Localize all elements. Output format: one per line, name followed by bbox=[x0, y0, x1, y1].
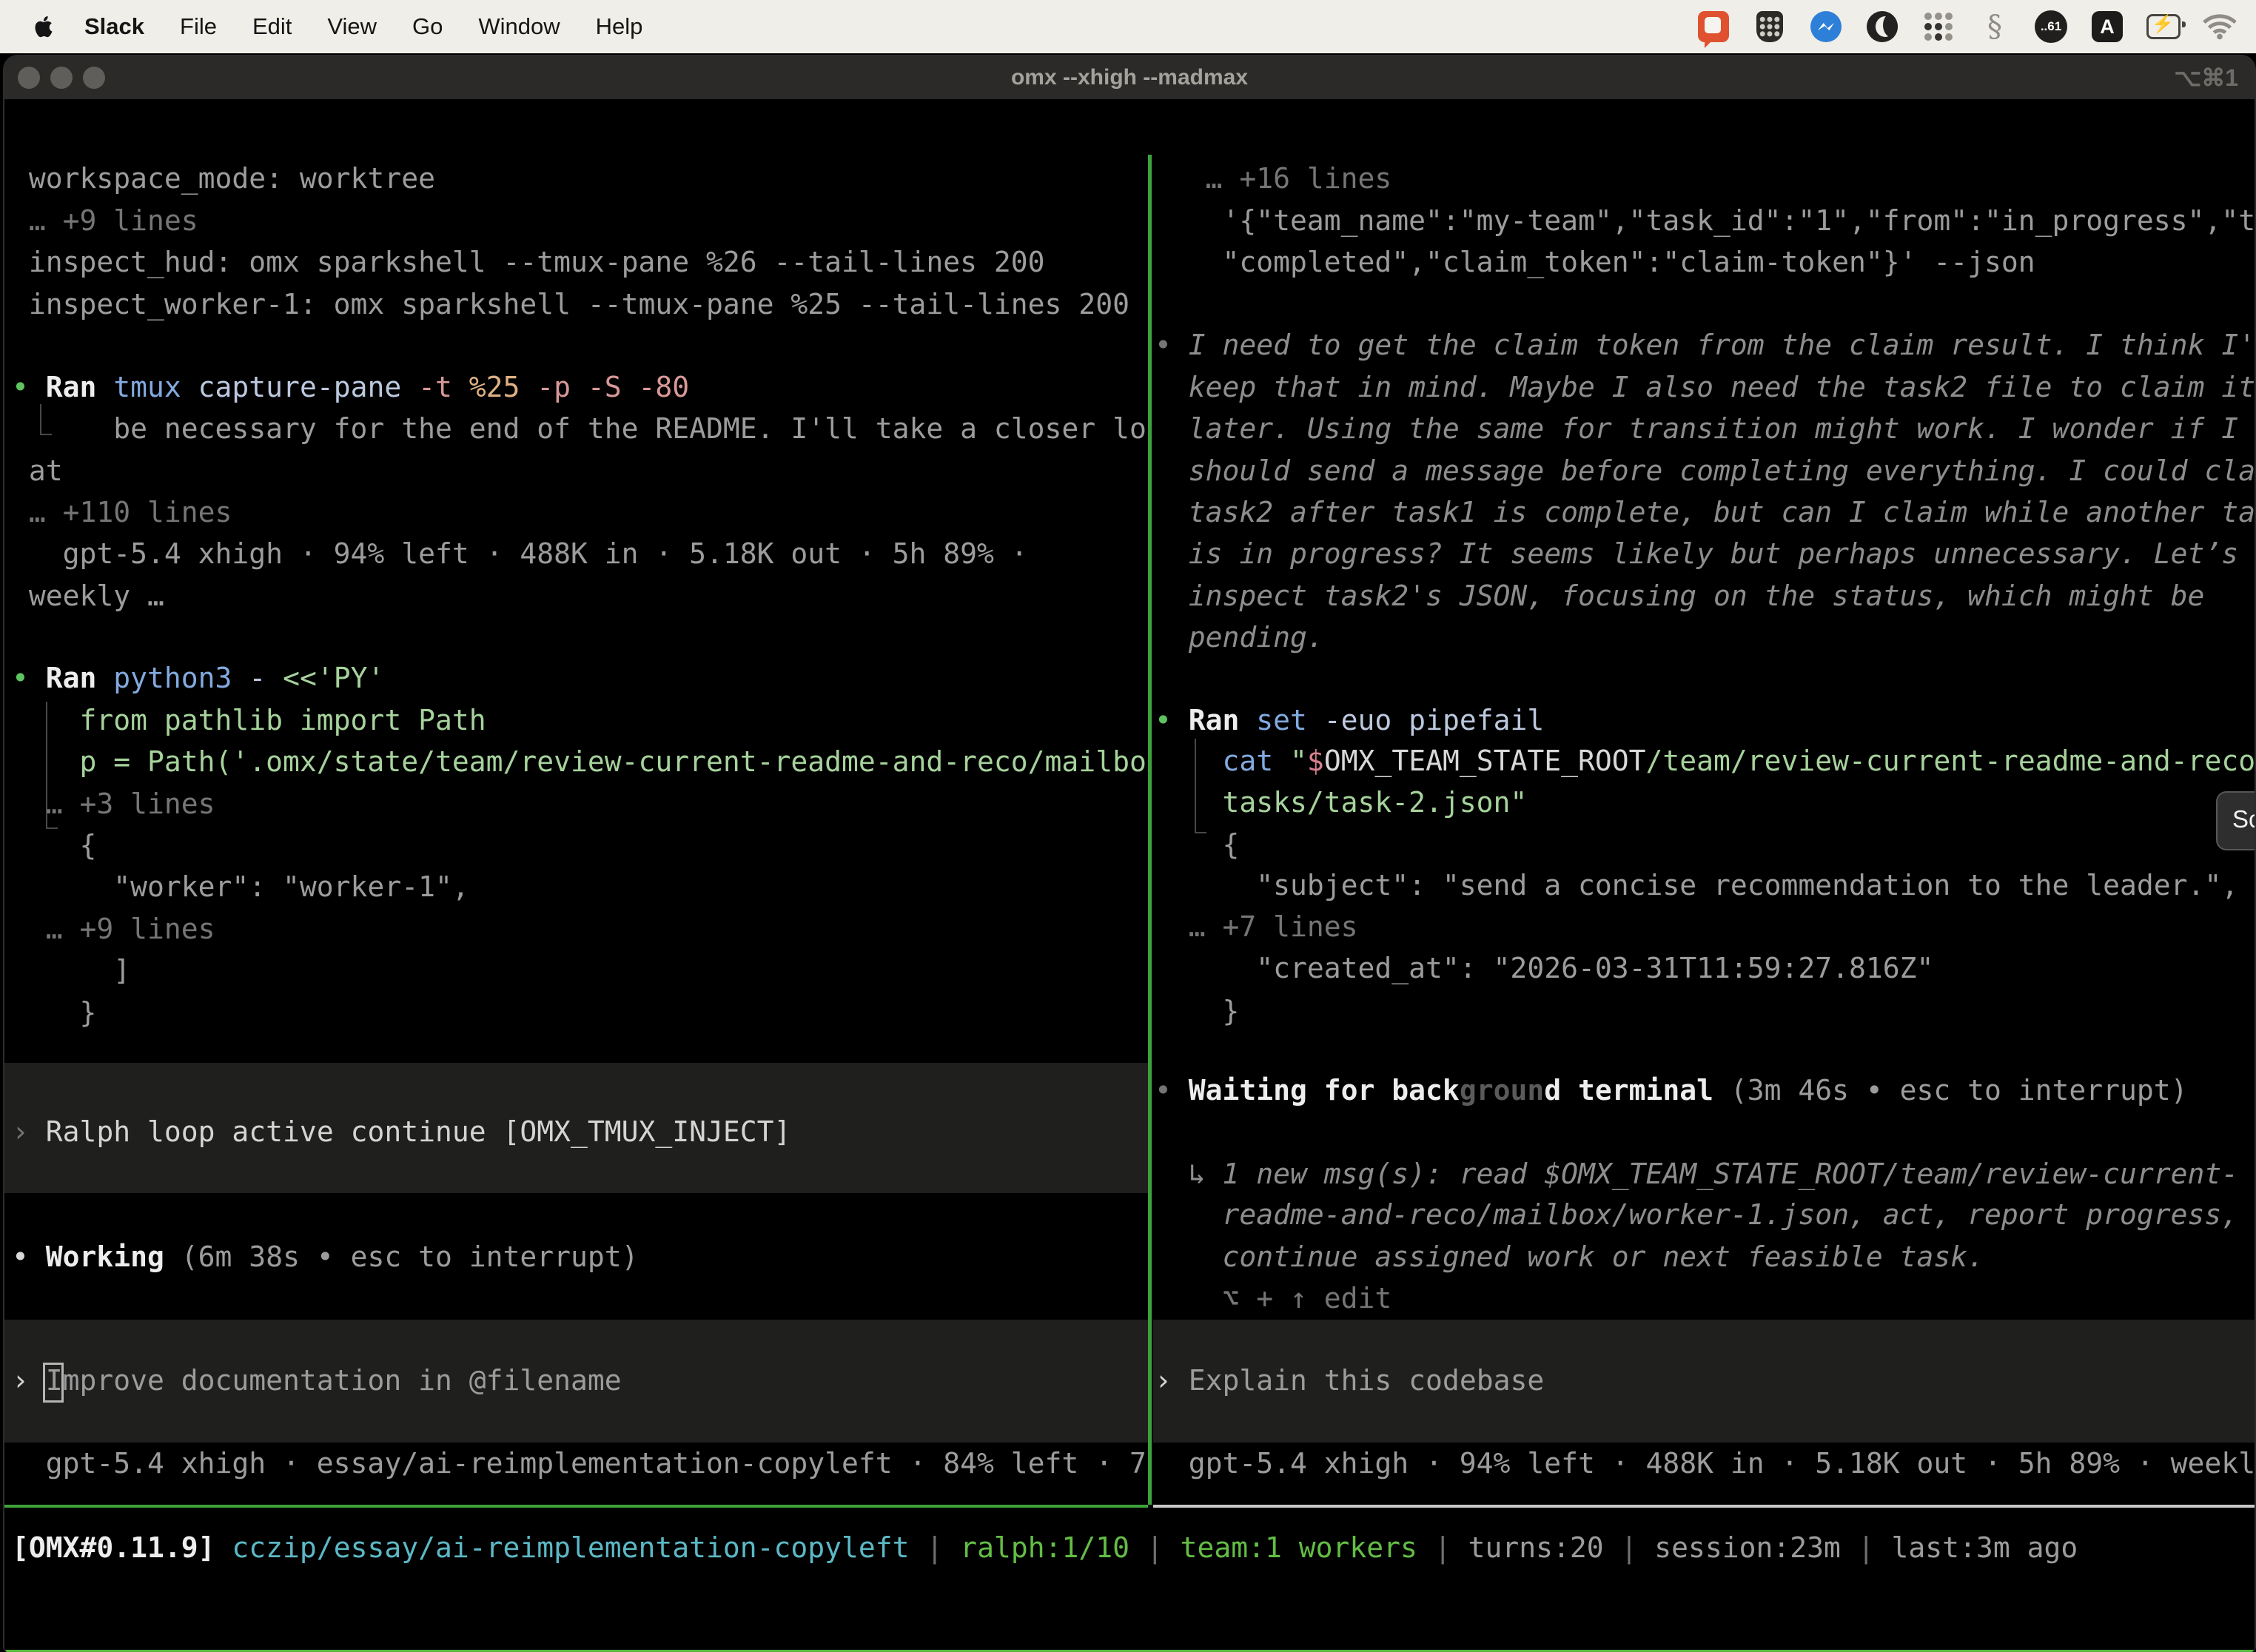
terminal-line: "completed","claim_token":"claim-token"}… bbox=[1155, 241, 2035, 283]
terminal-line: keep that in mind. Maybe I also need the… bbox=[1155, 366, 2255, 409]
tmux-pane-right[interactable]: … +16 lines '{"team_name":"my-team","tas… bbox=[1153, 155, 2255, 1505]
squiggle-icon[interactable]: § bbox=[1978, 10, 2012, 44]
menu-item-view[interactable]: View bbox=[309, 13, 395, 40]
terminal-line: gpt-5.4 xhigh · 94% left · 488K in · 5.1… bbox=[1155, 1443, 2255, 1485]
terminal-line: cat "$OMX_TEAM_STATE_ROOT/team/review-cu… bbox=[1155, 740, 2255, 782]
omx-status-line: [OMX#0.11.9] cczip/essay/ai-reimplementa… bbox=[12, 1527, 2078, 1568]
terminal-line: "created_at": "2026-03-31T11:59:27.816Z" bbox=[1155, 947, 1933, 990]
terminal-line: { bbox=[12, 825, 96, 867]
terminal-line: tasks/task-2.json" bbox=[1155, 782, 1527, 824]
terminal-line: › Improve documentation in @filename bbox=[12, 1360, 622, 1402]
active-pane-border bbox=[4, 1505, 1148, 1508]
tmux-pane-left[interactable]: workspace_mode: worktree … +9 lines insp… bbox=[4, 155, 1148, 1505]
dots-grid-icon[interactable] bbox=[1921, 10, 1955, 44]
terminal-line: ↳ 1 new msg(s): read $OMX_TEAM_STATE_ROO… bbox=[1155, 1153, 2238, 1195]
terminal-line: • Ran set -euo pipefail bbox=[1155, 699, 1544, 742]
terminal-line: … +110 lines bbox=[12, 491, 232, 534]
terminal-line: weekly … bbox=[12, 575, 164, 617]
terminal-line: } bbox=[1155, 990, 1239, 1032]
terminal-line: p = Path('.omx/state/team/review-current… bbox=[12, 741, 1148, 783]
moon-circle-icon[interactable] bbox=[1865, 10, 1899, 44]
ip-badge-icon[interactable]: ..61 bbox=[2034, 10, 2068, 44]
window-title: omx --xhigh --madmax bbox=[4, 56, 2255, 99]
menu-item-edit[interactable]: Edit bbox=[235, 13, 309, 40]
apple-logo-icon[interactable] bbox=[31, 12, 56, 41]
terminal-line: pending. bbox=[1155, 617, 1324, 659]
pane-divider bbox=[1148, 155, 1152, 1505]
terminal-line: › Explain this codebase bbox=[1155, 1360, 1544, 1402]
menu-item-go[interactable]: Go bbox=[395, 13, 460, 40]
terminal-line: '{"team_name":"my-team","task_id":"1","f… bbox=[1155, 200, 2255, 242]
terminal-line: • Ran python3 - <<'PY' bbox=[12, 657, 384, 699]
terminal-line: inspect_worker-1: omx sparkshell --tmux-… bbox=[12, 283, 1129, 326]
menu-item-file[interactable]: File bbox=[162, 13, 235, 40]
terminal-line: ⌥ + ↑ edit bbox=[1155, 1277, 1391, 1320]
terminal-line: › Ralph loop active continue [OMX_TMUX_I… bbox=[12, 1111, 790, 1153]
terminal-line: … +9 lines bbox=[12, 908, 215, 950]
terminal-line: "subject": "send a concise recommendatio… bbox=[1155, 864, 2238, 907]
window-shortcut-badge: ⌥⌘1 bbox=[2174, 56, 2238, 99]
terminal-line: workspace_mode: worktree bbox=[12, 158, 435, 200]
input-source-icon[interactable]: A bbox=[2090, 10, 2124, 44]
screen-tooltip: Scre bbox=[2216, 791, 2256, 850]
terminal-line: later. Using the same for transition mig… bbox=[1155, 408, 2238, 450]
macos-menu-bar: SlackFileEditViewGoWindowHelp § bbox=[0, 0, 2256, 53]
terminal-line: at bbox=[12, 450, 63, 492]
wifi-icon[interactable] bbox=[2203, 10, 2237, 44]
menu-items: SlackFileEditViewGoWindowHelp bbox=[0, 12, 660, 41]
menu-item-window[interactable]: Window bbox=[460, 13, 577, 40]
terminal-line: … +3 lines bbox=[12, 783, 215, 825]
terminal-line: } bbox=[12, 992, 96, 1034]
menu-item-slack[interactable]: Slack bbox=[67, 13, 162, 40]
window-title-bar[interactable]: omx --xhigh --madmax ⌥⌘1 bbox=[4, 56, 2255, 99]
messenger-icon[interactable] bbox=[1809, 10, 1843, 44]
terminal-line: • Working (6m 38s • esc to interrupt) bbox=[12, 1236, 639, 1278]
terminal-line: { bbox=[1155, 824, 1239, 866]
terminal-line: • Waiting for background terminal (3m 46… bbox=[1155, 1070, 2188, 1112]
terminal-line: … +7 lines bbox=[1155, 906, 1358, 948]
menu-bar-status-icons: § ..61 A ⚡ bbox=[1696, 10, 2256, 44]
terminal-line: inspect task2's JSON, focusing on the st… bbox=[1155, 575, 2204, 617]
terminal-line: task2 after task1 is complete, but can I… bbox=[1155, 491, 2255, 534]
terminal-line: … +16 lines bbox=[1155, 158, 1391, 200]
terminal-line: continue assigned work or next feasible … bbox=[1155, 1236, 1984, 1278]
terminal-line: "worker": "worker-1", bbox=[12, 866, 469, 908]
terminal-line: be necessary for the end of the README. … bbox=[12, 408, 1148, 450]
terminal-window: omx --xhigh --madmax ⌥⌘1 workspace_mode:… bbox=[3, 55, 2256, 1652]
terminal-line: • I need to get the claim token from the… bbox=[1155, 324, 2255, 366]
terminal-line: gpt-5.4 xhigh · essay/ai-reimplementatio… bbox=[12, 1443, 1148, 1485]
terminal-line: ] bbox=[12, 950, 130, 992]
terminal-line: inspect_hud: omx sparkshell --tmux-pane … bbox=[12, 241, 1045, 283]
screen: SlackFileEditViewGoWindowHelp § bbox=[0, 0, 2256, 1652]
inactive-pane-border bbox=[1153, 1505, 2255, 1508]
battery-charging-icon[interactable]: ⚡ bbox=[2146, 10, 2181, 44]
chat-app-icon[interactable] bbox=[1696, 10, 1730, 44]
menu-item-help[interactable]: Help bbox=[578, 13, 661, 40]
terminal-line: from pathlib import Path bbox=[12, 699, 486, 742]
terminal-line: gpt-5.4 xhigh · 94% left · 488K in · 5.1… bbox=[12, 533, 1028, 575]
terminal-line: readme-and-reco/mailbox/worker-1.json, a… bbox=[1155, 1194, 2238, 1236]
terminal-line: • Ran tmux capture-pane -t %25 -p -S -80 bbox=[12, 366, 689, 409]
terminal-line: is in progress? It seems likely but perh… bbox=[1155, 533, 2238, 575]
terminal-line: … +9 lines bbox=[12, 200, 198, 242]
terminal-line: should send a message before completing … bbox=[1155, 450, 2255, 492]
shield-grid-icon[interactable] bbox=[1753, 10, 1787, 44]
